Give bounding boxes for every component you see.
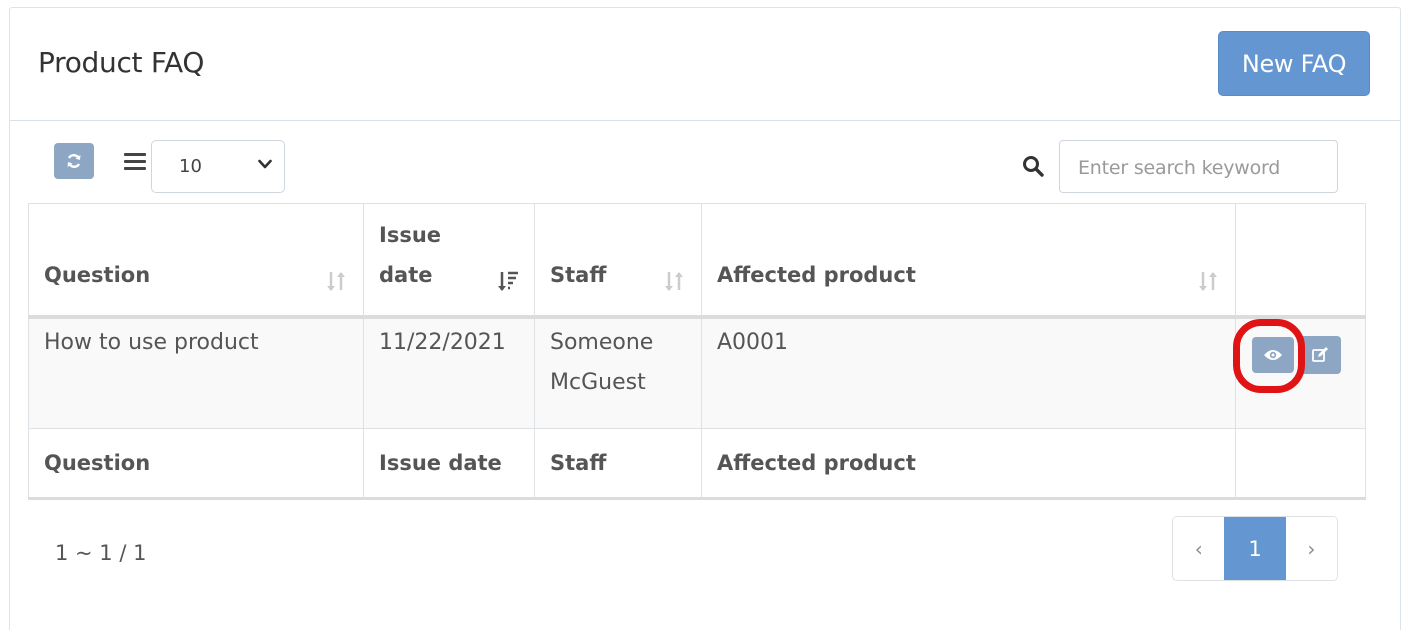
- table-footer-row: Question Issue date Staff Affected produ…: [28, 428, 1366, 500]
- column-header-actions: [1235, 203, 1366, 319]
- sort-icon: [327, 271, 345, 291]
- refresh-icon: [67, 154, 81, 168]
- page-title: Product FAQ: [38, 46, 205, 79]
- chevron-down-icon: [258, 159, 272, 169]
- sort-icon: [665, 271, 683, 291]
- new-faq-button[interactable]: New FAQ: [1218, 31, 1370, 96]
- cell-question: How to use product: [28, 316, 364, 429]
- column-header-staff[interactable]: Staff: [534, 203, 702, 319]
- cell-actions: [1233, 316, 1366, 429]
- page-size-value: 10: [179, 156, 202, 177]
- footer-actions: [1235, 428, 1366, 500]
- cell-affected-product: A0001: [701, 316, 1236, 429]
- cell-issue-date: 11/22/2021: [363, 316, 535, 429]
- next-page-button[interactable]: ›: [1285, 517, 1337, 580]
- column-header-question[interactable]: Question: [28, 203, 364, 319]
- column-header-issue-date[interactable]: Issue date: [363, 203, 535, 319]
- sort-icon: [1199, 271, 1217, 291]
- footer-staff: Staff: [534, 428, 702, 500]
- table-row: How to use product 11/22/2021 Someone McG…: [28, 316, 1366, 429]
- previous-page-button[interactable]: ‹: [1173, 517, 1225, 580]
- column-header-affected-product[interactable]: Affected product: [701, 203, 1236, 319]
- search-icon: [1023, 156, 1044, 177]
- list-icon: [124, 153, 146, 171]
- table-header-row: Question Issue date Staff Affected produ…: [28, 203, 1366, 319]
- faq-table: Question Issue date Staff Affected produ…: [28, 203, 1366, 500]
- view-button[interactable]: [1252, 336, 1294, 373]
- cell-staff: Someone McGuest: [534, 316, 702, 429]
- search-input[interactable]: Enter search keyword: [1059, 140, 1338, 193]
- edit-icon: [1311, 346, 1328, 362]
- pagination: ‹ 1 ›: [1172, 516, 1338, 581]
- search-placeholder: Enter search keyword: [1078, 157, 1281, 179]
- pagination-info: 1 ~ 1 / 1: [55, 541, 147, 565]
- page-1-button[interactable]: 1: [1224, 517, 1286, 580]
- sort-descending-icon: [498, 271, 518, 291]
- eye-icon: [1264, 349, 1282, 360]
- footer-affected-product: Affected product: [701, 428, 1236, 500]
- refresh-button[interactable]: [54, 143, 94, 179]
- footer-issue-date: Issue date: [363, 428, 535, 500]
- edit-button[interactable]: [1298, 335, 1341, 374]
- panel-header: Product FAQ New FAQ: [10, 8, 1400, 121]
- footer-question: Question: [28, 428, 364, 500]
- page-size-select[interactable]: 10: [151, 140, 285, 193]
